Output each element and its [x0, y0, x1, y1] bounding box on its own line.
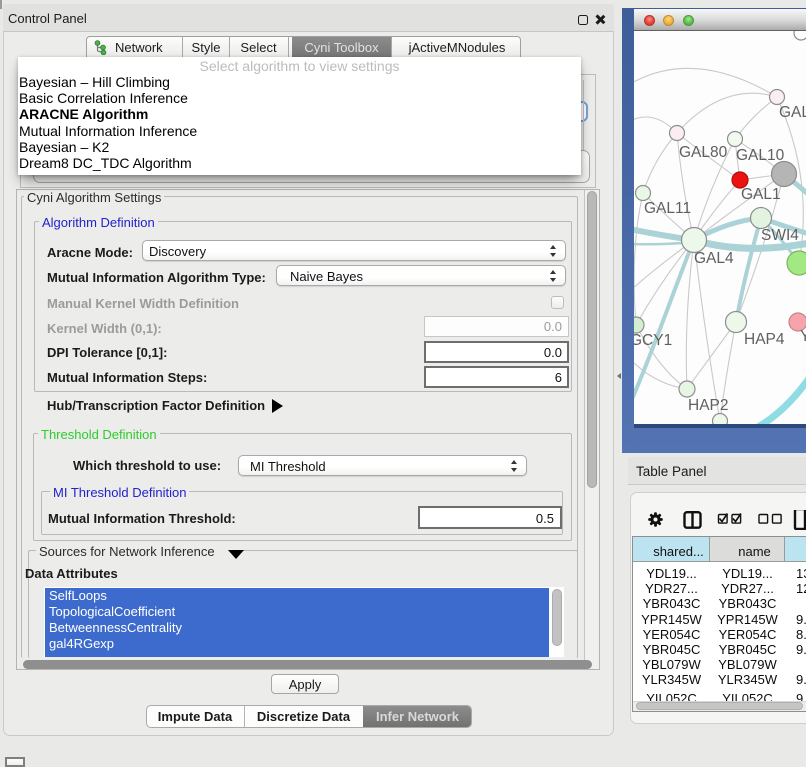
svg-text:Y: Y [800, 328, 806, 345]
svg-text:GAL1: GAL1 [741, 186, 781, 203]
svg-text:SWI4: SWI4 [761, 227, 799, 244]
svg-text:GAL10: GAL10 [736, 147, 785, 164]
svg-text:HAP2: HAP2 [688, 397, 729, 414]
svg-text:GAL7: GAL7 [779, 104, 806, 121]
svg-text:GAL4: GAL4 [694, 250, 734, 267]
svg-text:GAL11: GAL11 [644, 200, 691, 217]
svg-text:HAP4: HAP4 [744, 331, 785, 348]
svg-text:GAL80: GAL80 [679, 144, 728, 161]
svg-text:GCY1: GCY1 [634, 332, 672, 349]
